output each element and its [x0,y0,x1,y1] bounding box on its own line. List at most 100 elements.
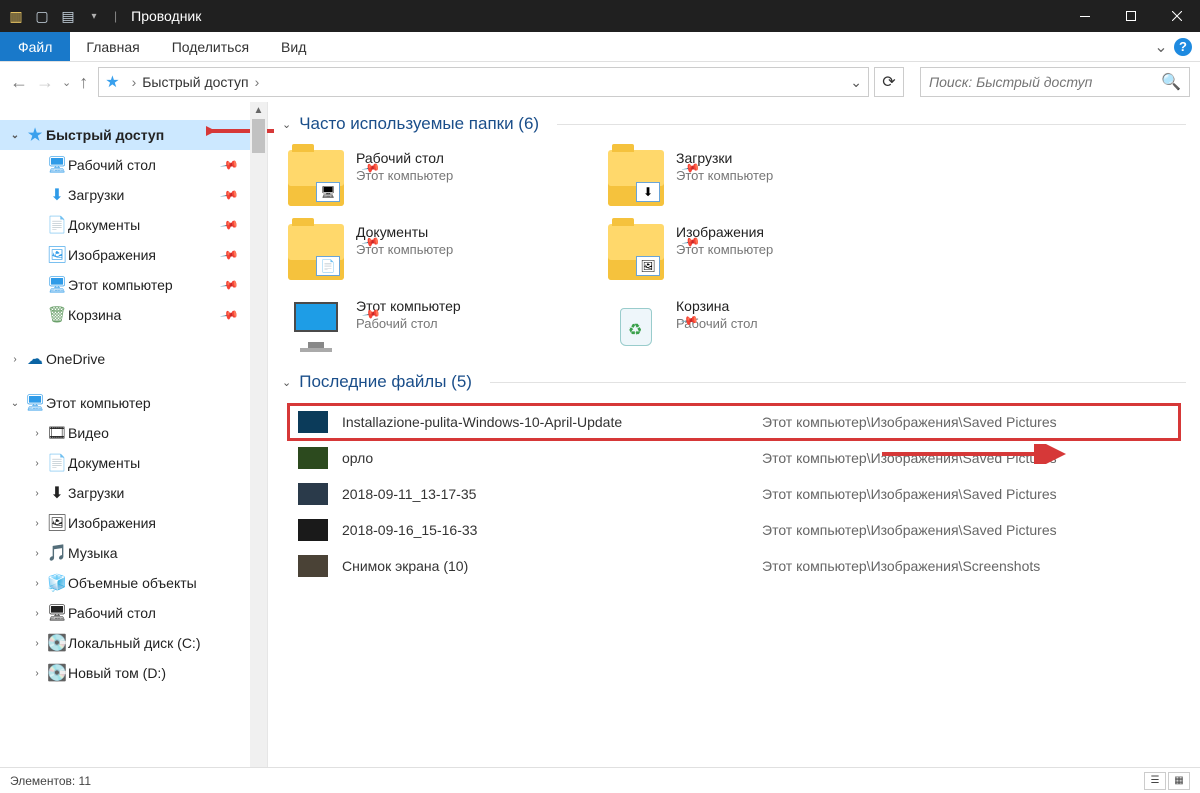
sidebar-scrollbar[interactable]: ▲ [250,102,267,767]
sidebar-item[interactable]: ›🗑Корзина📌 [0,300,267,330]
sidebar-item-label: Документы [68,455,140,471]
file-path: Этот компьютер\Изображения\Saved Picture… [762,414,1057,430]
recent-file-row[interactable]: орлоЭтот компьютер\Изображения\Saved Pic… [288,440,1180,476]
sidebar-item-label: Рабочий стол [68,605,156,621]
ribbon-expand-icon[interactable]: ⌄ [1148,32,1174,61]
recycle-bin-icon: ♻ [608,298,664,354]
file-thumb-icon [298,483,328,505]
sidebar-item-label: Изображения [68,515,156,531]
tab-view[interactable]: Вид [265,32,322,61]
recent-files-header[interactable]: ⌄ Последние файлы (5) [268,366,1200,398]
sidebar-item[interactable]: ›🖥Рабочий стол📌 [0,150,267,180]
status-bar: Элементов: 11 ☰ ▦ [0,767,1200,793]
file-thumb-icon [298,555,328,577]
folder-tile[interactable]: 🖼ИзображенияЭтот компьютер📌 [608,224,888,280]
file-thumb-icon [298,519,328,541]
file-path: Этот компьютер\Изображения\Saved Picture… [762,522,1057,538]
back-button[interactable]: ← [10,72,28,93]
sidebar-item[interactable]: ›📄Документы [0,448,267,478]
folder-icon: ⬇ [608,150,664,206]
view-details-button[interactable]: ☰ [1144,772,1166,790]
sidebar-item-label: Этот компьютер [68,277,173,293]
file-path: Этот компьютер\Изображения\Saved Picture… [762,486,1057,502]
sidebar-item[interactable]: ›🎵Музыка [0,538,267,568]
chevron-down-icon[interactable]: ⌄ [282,118,291,131]
chevron-right-icon[interactable]: › [132,74,137,90]
sidebar-item[interactable]: ›🖼Изображения [0,508,267,538]
sidebar-this-pc[interactable]: ⌄ 🖥 Этот компьютер [0,388,267,418]
titlebar: ▥ ▢ ▤ ▾ | Проводник [0,0,1200,32]
recent-locations-icon[interactable]: ⌄ [62,76,71,89]
folder-icon: 📄 [288,224,344,280]
scroll-thumb[interactable] [252,119,265,153]
tab-share[interactable]: Поделиться [156,32,265,61]
sidebar-label: Этот компьютер [46,395,151,411]
up-button[interactable]: ↑ [79,72,88,93]
sidebar-item[interactable]: ›🧊Объемные объекты [0,568,267,598]
sidebar-item[interactable]: ›🖥Этот компьютер📌 [0,270,267,300]
folder-tile[interactable]: 🖥Рабочий столЭтот компьютер📌 [288,150,568,206]
tab-home[interactable]: Главная [70,32,155,61]
group-title: Часто используемые папки (6) [299,114,539,134]
sidebar-item[interactable]: ›🖥Рабочий стол [0,598,267,628]
sidebar-item[interactable]: ›💽Локальный диск (C:) [0,628,267,658]
sidebar-item[interactable]: ›🎞Видео [0,418,267,448]
sidebar-quick-access[interactable]: ⌄ ★ Быстрый доступ [0,120,267,150]
sidebar-item[interactable]: ›⬇Загрузки📌 [0,180,267,210]
status-count: Элементов: 11 [10,774,91,788]
quick-access-star-icon: ★ [105,72,119,92]
breadcrumb-root[interactable]: Быстрый доступ [142,74,248,90]
sidebar-label: OneDrive [46,351,105,367]
close-button[interactable] [1154,0,1200,32]
maximize-button[interactable] [1108,0,1154,32]
pin-icon: 📌 [219,275,239,295]
sidebar-item[interactable]: ›📄Документы📌 [0,210,267,240]
qat-new-folder-icon[interactable]: ▢ [32,6,52,26]
sidebar-item[interactable]: ›🖼Изображения📌 [0,240,267,270]
sidebar-item-label: Изображения [68,247,156,263]
search-box[interactable]: 🔍 [920,67,1190,97]
sidebar-item[interactable]: ›⬇Загрузки [0,478,267,508]
sidebar-item-label: Видео [68,425,109,441]
folder-tile[interactable]: Этот компьютерРабочий стол📌 [288,298,568,354]
content-pane: ⌄ Часто используемые папки (6) 🖥Рабочий … [268,102,1200,767]
address-bar[interactable]: ★ › Быстрый доступ › ⌄ [98,67,869,97]
sidebar-item-label: Документы [68,217,140,233]
recent-file-row[interactable]: 2018-09-16_15-16-33Этот компьютер\Изобра… [288,512,1180,548]
chevron-right-icon[interactable]: › [255,74,260,90]
folder-tile[interactable]: ♻КорзинаРабочий стол📌 [608,298,888,354]
pin-icon: 📌 [219,305,239,325]
folder-tile[interactable]: ⬇ЗагрузкиЭтот компьютер📌 [608,150,888,206]
sidebar-label: Быстрый доступ [46,127,164,143]
file-tab[interactable]: Файл [0,32,70,61]
navigation-pane: ⌄ ★ Быстрый доступ ›🖥Рабочий стол📌›⬇Загр… [0,102,268,767]
folder-tile[interactable]: 📄ДокументыЭтот компьютер📌 [288,224,568,280]
recent-file-row[interactable]: Installazione-pulita-Windows-10-April-Up… [288,404,1180,440]
recent-file-row[interactable]: 2018-09-11_13-17-35Этот компьютер\Изобра… [288,476,1180,512]
search-input[interactable] [929,74,1161,90]
refresh-button[interactable]: ⟳ [874,67,904,97]
sidebar-item-label: Объемные объекты [68,575,197,591]
help-icon[interactable]: ? [1174,38,1192,56]
qat-dropdown-icon[interactable]: ▾ [84,6,104,26]
sidebar-item-label: Локальный диск (C:) [68,635,201,651]
chevron-down-icon[interactable]: ⌄ [282,376,291,389]
file-name: 2018-09-16_15-16-33 [342,522,762,538]
frequent-folders-header[interactable]: ⌄ Часто используемые папки (6) [268,108,1200,140]
forward-button[interactable]: → [36,72,54,93]
minimize-button[interactable] [1062,0,1108,32]
navigation-row: ← → ⌄ ↑ ★ › Быстрый доступ › ⌄ ⟳ 🔍 [0,62,1200,102]
search-icon[interactable]: 🔍 [1161,72,1181,92]
file-name: Снимок экрана (10) [342,558,762,574]
scroll-up-icon[interactable]: ▲ [250,102,267,119]
ribbon: Файл Главная Поделиться Вид ⌄ ? [0,32,1200,62]
qat-properties-icon[interactable]: ▤ [58,6,78,26]
recent-file-row[interactable]: Снимок экрана (10)Этот компьютер\Изображ… [288,548,1180,584]
explorer-icon: ▥ [6,6,26,26]
sidebar-onedrive[interactable]: › ☁ OneDrive [0,344,267,374]
address-dropdown-icon[interactable]: ⌄ [850,74,862,91]
view-large-button[interactable]: ▦ [1168,772,1190,790]
pin-icon: 📌 [219,215,239,235]
file-path: Этот компьютер\Изображения\Saved Picture… [762,450,1057,466]
sidebar-item[interactable]: ›💽Новый том (D:) [0,658,267,688]
